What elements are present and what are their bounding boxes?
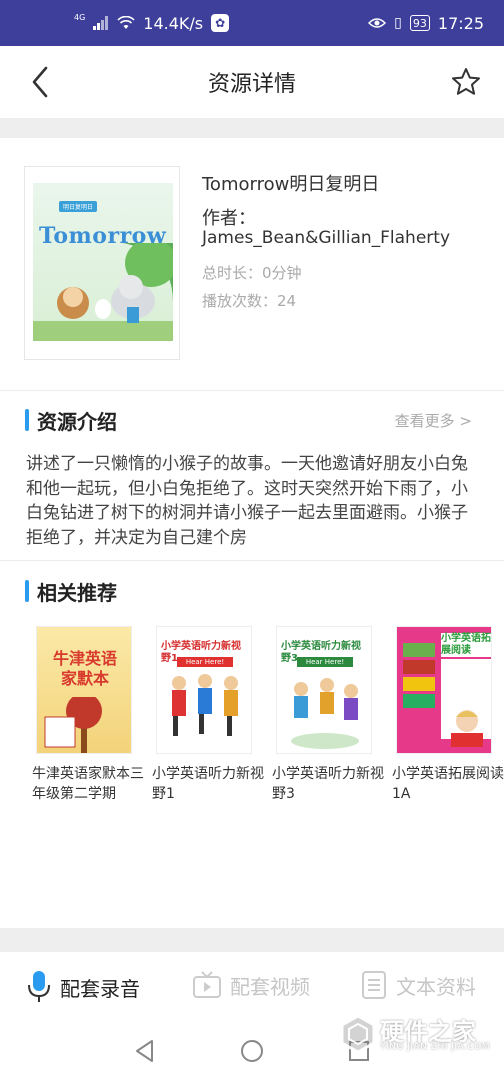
tv-icon <box>193 971 221 998</box>
divider <box>0 560 504 561</box>
clock: 17:25 <box>437 13 484 33</box>
recommend-item[interactable]: 牛津英语家默本 牛津英语家默本三年级第二学期 <box>32 626 148 804</box>
nav-home-icon[interactable] <box>239 1038 265 1064</box>
nav-back-icon[interactable] <box>132 1038 158 1064</box>
recommend-item[interactable]: 小学英语拓展阅读 小学英语拓展阅读1A <box>392 626 504 804</box>
watermark-subtext: YING JIAN ZHI JIA.COM <box>380 1042 491 1052</box>
network-type: 4G <box>74 12 86 22</box>
recommend-cover-art <box>44 697 102 753</box>
page-title: 资源详情 <box>207 72 296 97</box>
recommend-cover-thumbs <box>403 643 435 713</box>
recommend-section-header: 相关推荐 <box>0 571 504 611</box>
cover-illustration: 明日复明日 Tomorrow <box>33 183 173 341</box>
recommend-item-name: 小学英语拓展阅读1A <box>392 766 504 802</box>
section-gap <box>0 928 504 952</box>
recommend-cover: 小学英语听力新视野3 Hear Here! <box>276 626 372 754</box>
recommend-cover: 小学英语拓展阅读 <box>396 626 492 754</box>
intro-heading: 资源介绍 <box>37 409 117 434</box>
divider <box>0 390 504 391</box>
watermark: 硬件之家 YING JIAN ZHI JIA.COM <box>336 1008 496 1060</box>
recommend-cover-title: 牛津英语家默本 <box>52 649 117 688</box>
recommend-item-name: 牛津英语家默本三年级第二学期 <box>32 766 144 802</box>
intro-text: 讲述了一只懒惰的小猴子的故事。一天他邀请好朋友小白兔和他一起玩，但小白兔拒绝了。… <box>26 454 468 548</box>
book-title: Tomorrow明日复明日 <box>202 174 380 195</box>
recommend-cover: 牛津英语家默本 <box>36 626 132 754</box>
recommend-cover-art <box>291 678 359 749</box>
view-more-link[interactable]: 查看更多 > <box>395 410 472 431</box>
recommend-item[interactable]: 小学英语听力新视野3 Hear Here! 小学英语听力新视野3 <box>272 626 388 804</box>
eye-icon <box>368 18 387 28</box>
star-icon[interactable] <box>450 66 482 98</box>
recommend-cover-title: 小学英语拓展阅读 <box>441 633 491 657</box>
microphone-icon <box>28 971 50 1002</box>
recommend-item-name: 小学英语听力新视野3 <box>272 766 384 802</box>
document-icon <box>362 971 386 999</box>
tab-label: 配套录音 <box>60 976 140 1001</box>
hear-here-badge: Hear Here! <box>177 657 233 667</box>
recommend-cover: 小学英语听力新视野1 Hear Here! <box>156 626 252 754</box>
status-bar: 4G 14.4K/s ✿ ▯ 93 17:25 <box>0 0 504 46</box>
tab-text[interactable]: 文本资料 <box>360 970 476 1000</box>
author-name: James_Bean&Gillian_Flaherty <box>202 228 451 248</box>
tab-audio[interactable]: 配套录音 <box>26 970 140 1004</box>
recommend-cover-art <box>172 674 238 736</box>
author-label: 作者： <box>202 208 256 229</box>
book-cover[interactable]: 明日复明日 Tomorrow <box>24 166 180 360</box>
tab-video[interactable]: 配套视频 <box>192 970 310 1000</box>
section-accent-bar <box>25 580 29 602</box>
network-speed: 14.4K/s <box>143 13 204 33</box>
hear-here-badge: Hear Here! <box>297 657 353 667</box>
cover-badge: 明日复明日 <box>59 201 98 212</box>
recommend-heading: 相关推荐 <box>37 580 117 605</box>
vibrate-icon: ▯ <box>394 15 402 31</box>
battery-icon: 93 <box>409 15 430 31</box>
section-accent-bar <box>25 409 29 431</box>
battery-level: 93 <box>412 16 427 30</box>
intro-section-header: 资源介绍 查看更多 > <box>0 400 504 440</box>
recommend-item-name: 小学英语听力新视野1 <box>152 766 264 802</box>
cover-art <box>33 243 173 341</box>
recommend-item[interactable]: 小学英语听力新视野1 Hear Here! 小学英语听力新视野1 <box>152 626 268 804</box>
app-notification-icon: ✿ <box>211 14 230 32</box>
wifi-icon <box>117 16 135 29</box>
signal-icon <box>93 16 109 30</box>
play-count: 播放次数：24 <box>202 292 297 310</box>
book-info: 明日复明日 Tomorrow Tomorrow明日复明日 作者： James_B… <box>0 138 504 390</box>
watermark-logo-icon <box>340 1014 376 1054</box>
total-duration: 总时长：0分钟 <box>202 264 302 282</box>
section-gap <box>0 118 504 138</box>
recommend-cover-art <box>451 710 483 747</box>
tab-label: 文本资料 <box>396 974 476 999</box>
app-header: 资源详情 <box>0 46 504 118</box>
tab-label: 配套视频 <box>230 974 310 999</box>
back-icon[interactable] <box>26 64 56 100</box>
